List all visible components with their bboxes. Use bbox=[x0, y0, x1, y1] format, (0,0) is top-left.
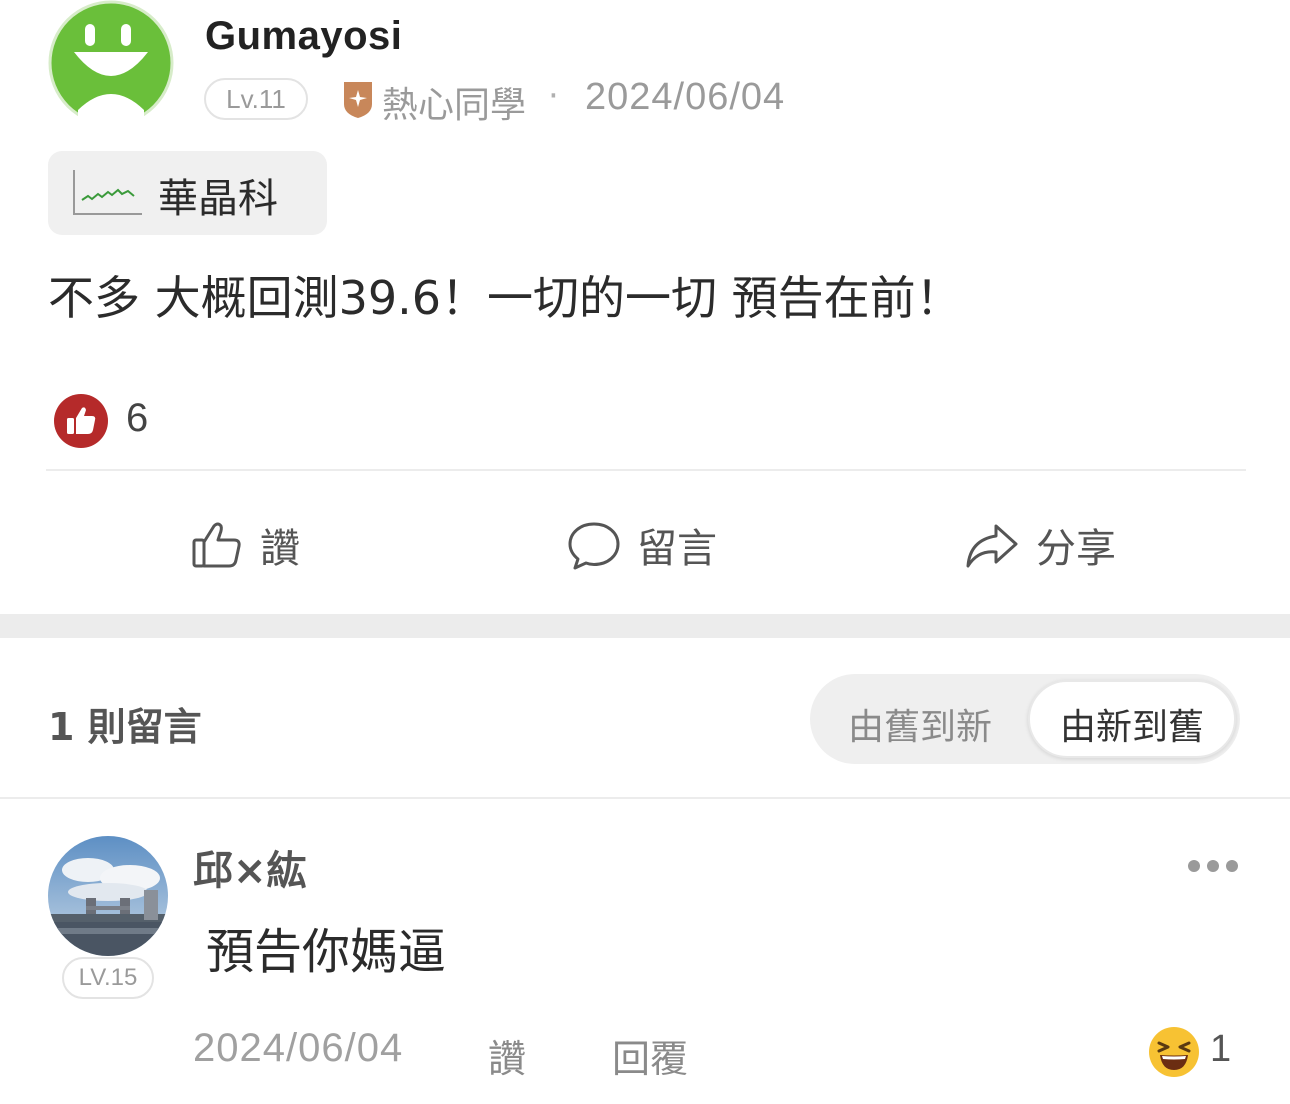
reaction-count: 1 bbox=[1210, 1028, 1232, 1070]
divider bbox=[0, 797, 1290, 799]
commenter-avatar[interactable] bbox=[48, 836, 168, 956]
post-content: 不多 大概回測39.6！一切的一切 預告在前！ bbox=[48, 271, 962, 325]
thumbs-up-outline-icon bbox=[192, 522, 241, 568]
stock-chart-icon bbox=[70, 166, 146, 220]
author-level-badge: Lv.11 bbox=[204, 78, 308, 120]
commenter-name[interactable]: 邱×紘 bbox=[193, 838, 307, 896]
comment-date: 2024/06/04 bbox=[193, 1026, 404, 1070]
comment-like-button[interactable]: 讚 bbox=[488, 1028, 526, 1083]
like-button-label: 讚 bbox=[260, 526, 300, 572]
comment-button-label: 留言 bbox=[637, 526, 717, 572]
share-button[interactable]: 分享 bbox=[964, 512, 1116, 578]
share-button-label: 分享 bbox=[1036, 526, 1116, 572]
author-name[interactable]: Gumayosi bbox=[205, 14, 402, 59]
rank-badge-icon bbox=[340, 78, 376, 120]
section-separator bbox=[0, 614, 1290, 638]
sort-newest-first[interactable]: 由新到舊 bbox=[1060, 698, 1204, 750]
comment-reply-button[interactable]: 回覆 bbox=[612, 1028, 688, 1083]
comment-button[interactable]: 留言 bbox=[567, 512, 717, 578]
post-date: 2024/06/04 bbox=[585, 76, 786, 118]
stock-name[interactable]: 華晶科 bbox=[158, 166, 278, 224]
author-avatar[interactable] bbox=[48, 0, 174, 126]
laughing-emoji-icon[interactable] bbox=[1148, 1026, 1200, 1078]
badge-label: 熱心同學 bbox=[382, 85, 527, 126]
separator: · bbox=[548, 76, 559, 116]
share-arrow-icon bbox=[966, 524, 1018, 568]
smiley-avatar-icon bbox=[48, 0, 174, 126]
thumbs-up-reaction-icon[interactable] bbox=[54, 394, 108, 448]
commenter-level-badge: LV.15 bbox=[62, 957, 154, 999]
sort-oldest-first[interactable]: 由舊到新 bbox=[848, 698, 992, 750]
more-options-icon[interactable] bbox=[1186, 852, 1240, 880]
like-count: 6 bbox=[126, 396, 149, 440]
speech-bubble-icon bbox=[568, 522, 620, 570]
comment-count: 1 則留言 bbox=[48, 705, 202, 749]
like-button[interactable]: 讚 bbox=[190, 512, 300, 578]
comment-text: 預告你媽逼 bbox=[206, 924, 447, 980]
city-photo-avatar bbox=[48, 836, 168, 956]
divider bbox=[46, 469, 1246, 471]
